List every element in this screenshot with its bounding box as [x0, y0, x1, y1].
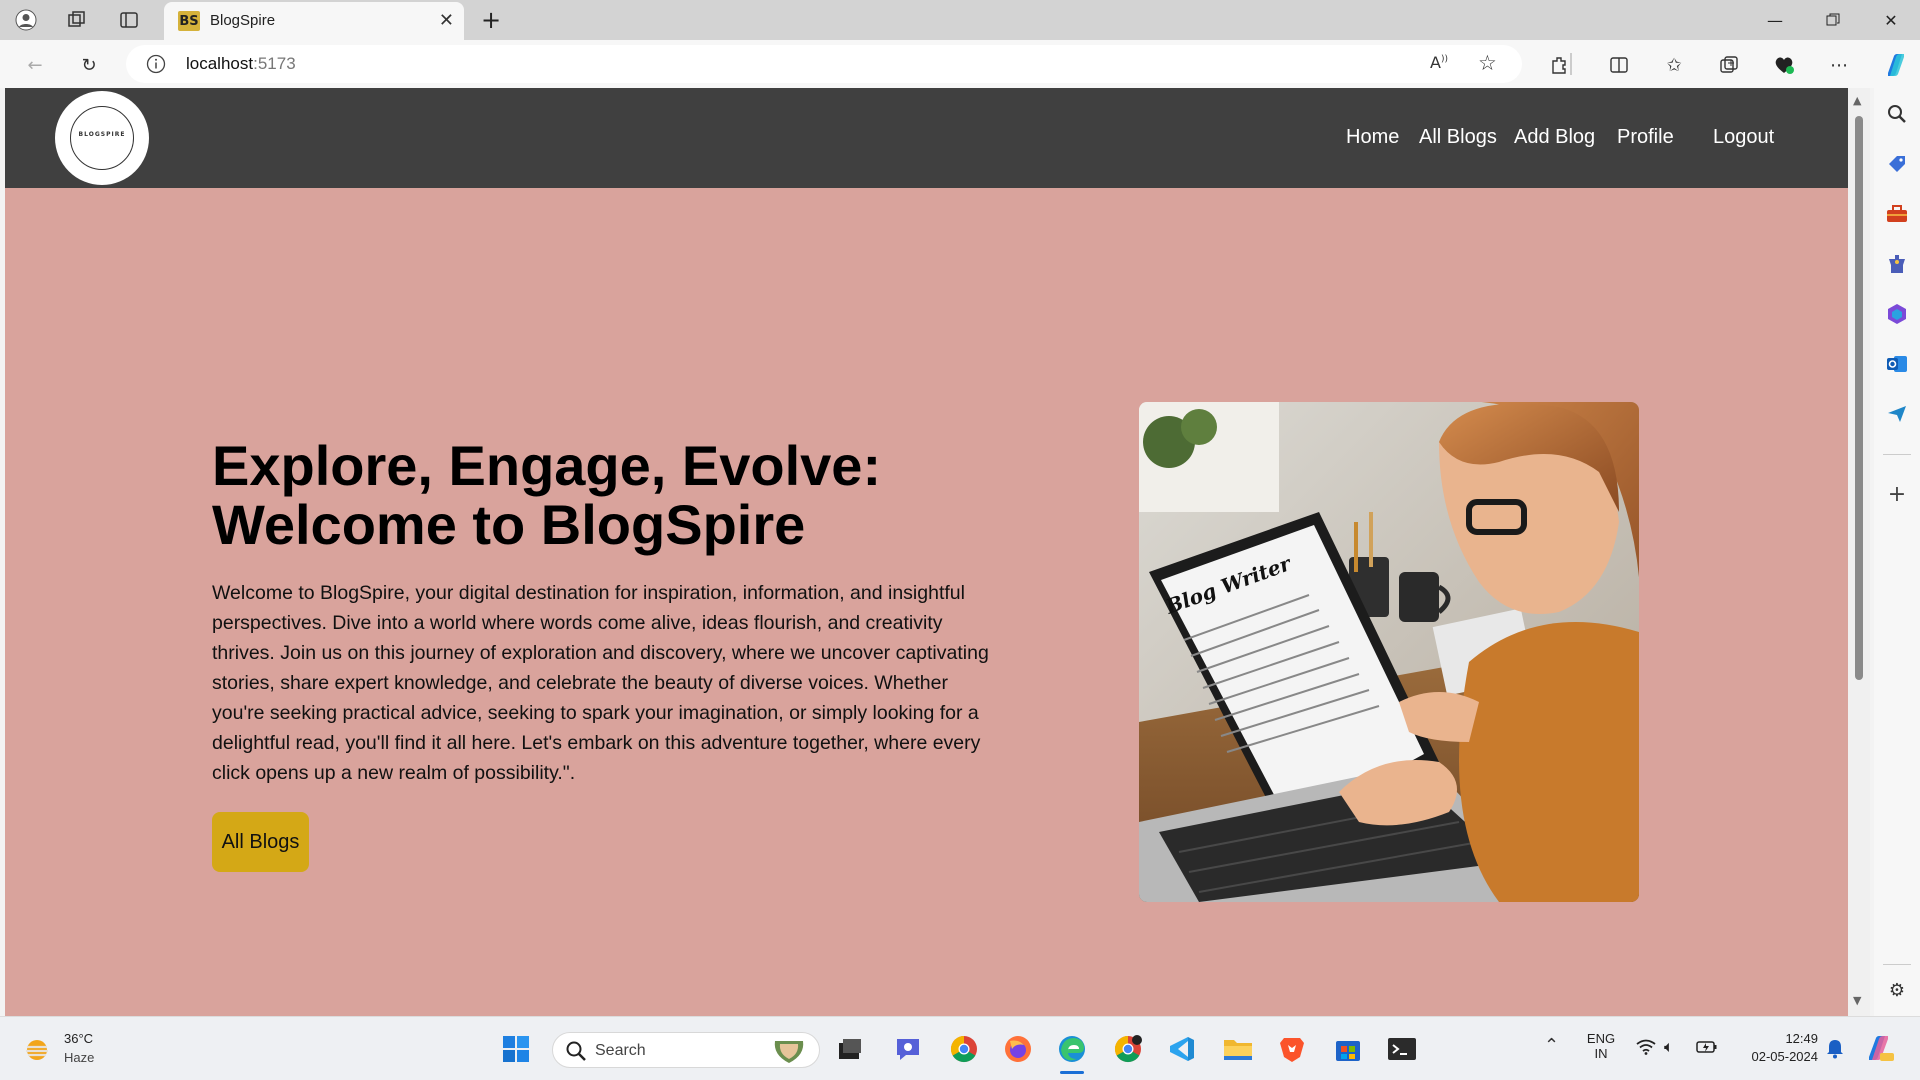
- terminal-icon[interactable]: [1386, 1033, 1418, 1065]
- start-button[interactable]: [500, 1033, 532, 1065]
- firefox-icon[interactable]: [1002, 1033, 1034, 1065]
- teams-chat-icon[interactable]: [892, 1033, 924, 1065]
- minimize-button[interactable]: —: [1746, 0, 1804, 40]
- nav-profile[interactable]: Profile: [1617, 126, 1674, 149]
- page-viewport: BLOGSPIRE Home All Blogs Add Blog Profil…: [5, 88, 1848, 1016]
- all-blogs-button[interactable]: All Blogs: [212, 812, 309, 872]
- url-host: localhost: [186, 54, 254, 73]
- taskbar-search-box[interactable]: Search: [552, 1032, 820, 1068]
- profile-icon[interactable]: [10, 6, 42, 34]
- page-scrollbar[interactable]: ▲ ▼: [1848, 88, 1870, 1016]
- hero-title: Explore, Engage, Evolve: Welcome to Blog…: [212, 436, 1012, 554]
- battery-icon[interactable]: [1696, 1039, 1718, 1059]
- collections-icon[interactable]: [1716, 52, 1742, 78]
- games-icon[interactable]: [1885, 252, 1909, 276]
- brave-icon[interactable]: [1276, 1033, 1308, 1065]
- wifi-icon[interactable]: [1636, 1039, 1656, 1059]
- taskbar-search-placeholder: Search: [595, 1042, 646, 1059]
- more-options-icon[interactable]: ⋯: [1826, 52, 1852, 78]
- notification-bell-icon[interactable]: [1826, 1039, 1844, 1063]
- weather-desc: Haze: [64, 1050, 95, 1065]
- file-explorer-icon[interactable]: [1222, 1033, 1254, 1065]
- clock-date: 02-05-2024: [1751, 1049, 1819, 1064]
- send-icon[interactable]: [1885, 402, 1909, 426]
- favicon: BS: [178, 11, 200, 31]
- scroll-up-icon[interactable]: ▲: [1853, 94, 1861, 107]
- show-hidden-icons-icon[interactable]: ⌃: [1544, 1035, 1559, 1056]
- read-aloud-icon[interactable]: A)): [1430, 53, 1448, 72]
- edge-icon[interactable]: [1056, 1033, 1088, 1074]
- nav-add-blog[interactable]: Add Blog: [1514, 126, 1595, 149]
- outlook-icon[interactable]: [1885, 352, 1909, 376]
- hero-description: Welcome to BlogSpire, your digital desti…: [212, 582, 989, 784]
- nav-all-blogs[interactable]: All Blogs: [1419, 126, 1497, 149]
- url-port: :5173: [253, 54, 296, 73]
- new-tab-button[interactable]: +: [475, 6, 507, 34]
- edge-sidebar: + ⚙: [1874, 88, 1920, 1016]
- browser-essentials-icon[interactable]: [1771, 52, 1797, 78]
- tab-title: BlogSpire: [210, 12, 276, 29]
- toolbar-divider: [1570, 53, 1572, 75]
- clock-time: 12:49: [1785, 1031, 1818, 1046]
- site-logo[interactable]: BLOGSPIRE: [55, 91, 149, 185]
- refresh-icon[interactable]: ↻: [76, 52, 102, 78]
- search-icon[interactable]: [1885, 102, 1909, 126]
- hero-title-line1: Explore, Engage, Evolve:: [212, 434, 882, 497]
- logo-text: BLOGSPIRE: [78, 131, 126, 138]
- taskbar-search-icon: [565, 1040, 587, 1066]
- extensions-icon[interactable]: [1546, 52, 1572, 78]
- sidebar-divider-bottom: [1883, 964, 1911, 965]
- split-screen-icon[interactable]: [1606, 52, 1632, 78]
- language-indicator[interactable]: ENG IN: [1585, 1031, 1617, 1061]
- close-window-button[interactable]: ✕: [1862, 0, 1920, 40]
- workspaces-icon[interactable]: [61, 6, 93, 34]
- site-info-icon[interactable]: [146, 54, 166, 78]
- scroll-down-icon[interactable]: ▼: [1853, 994, 1861, 1007]
- hero-title-line2: Welcome to BlogSpire: [212, 493, 806, 556]
- weather-temp: 36°C: [64, 1031, 94, 1046]
- windows-taskbar: 36°C Haze Search ⌃ ENG IN 🔈︎ 12:49 02-05…: [0, 1016, 1920, 1080]
- tab-close-icon[interactable]: ✕: [439, 10, 454, 31]
- hero-image: Blog Writer: [1139, 402, 1639, 902]
- scroll-thumb[interactable]: [1855, 116, 1863, 680]
- tab-strip: BS BlogSpire ✕ + — ✕: [0, 0, 1920, 40]
- vscode-icon[interactable]: [1166, 1033, 1198, 1065]
- microsoft-store-icon[interactable]: [1332, 1033, 1364, 1065]
- chrome-icon[interactable]: [948, 1033, 980, 1065]
- back-icon[interactable]: ←: [22, 52, 48, 78]
- chrome-profile-icon[interactable]: [1112, 1033, 1144, 1065]
- logo-ring: [70, 106, 134, 170]
- settings-gear-icon[interactable]: ⚙: [1885, 978, 1909, 1002]
- address-bar[interactable]: localhost:5173 A)) ☆: [126, 45, 1522, 83]
- microsoft-365-icon[interactable]: [1885, 302, 1909, 326]
- lang-bottom: IN: [1594, 1046, 1608, 1061]
- sidebar-divider: [1883, 454, 1911, 455]
- copilot-icon[interactable]: [1880, 49, 1912, 81]
- vertical-tabs-icon[interactable]: [113, 6, 145, 34]
- site-navbar: BLOGSPIRE Home All Blogs Add Blog Profil…: [5, 88, 1848, 188]
- nav-logout[interactable]: Logout: [1713, 126, 1774, 149]
- browser-toolbar: ← ↻ localhost:5173 A)) ☆ ✩ ⋯: [0, 40, 1920, 88]
- shopping-tag-icon[interactable]: [1885, 152, 1909, 176]
- task-view-icon[interactable]: [834, 1033, 866, 1065]
- active-app-indicator: [1060, 1071, 1084, 1074]
- nav-home[interactable]: Home: [1346, 126, 1399, 149]
- favorite-star-icon[interactable]: ☆: [1478, 51, 1497, 75]
- url-text: localhost:5173: [186, 54, 296, 74]
- restore-button[interactable]: [1804, 0, 1862, 40]
- search-highlight-icon: [771, 1037, 807, 1069]
- clock[interactable]: 12:49 02-05-2024: [1738, 1031, 1819, 1064]
- volume-icon[interactable]: 🔈︎: [1664, 1037, 1674, 1057]
- lang-top: ENG: [1586, 1031, 1616, 1046]
- copilot-preview-icon[interactable]: [1864, 1033, 1894, 1067]
- add-sidebar-item-icon[interactable]: +: [1885, 482, 1909, 507]
- weather-icon[interactable]: [22, 1035, 52, 1069]
- browser-tab-active[interactable]: BS BlogSpire ✕: [164, 2, 464, 40]
- favorites-icon[interactable]: ✩: [1661, 52, 1687, 78]
- tools-icon[interactable]: [1885, 202, 1909, 226]
